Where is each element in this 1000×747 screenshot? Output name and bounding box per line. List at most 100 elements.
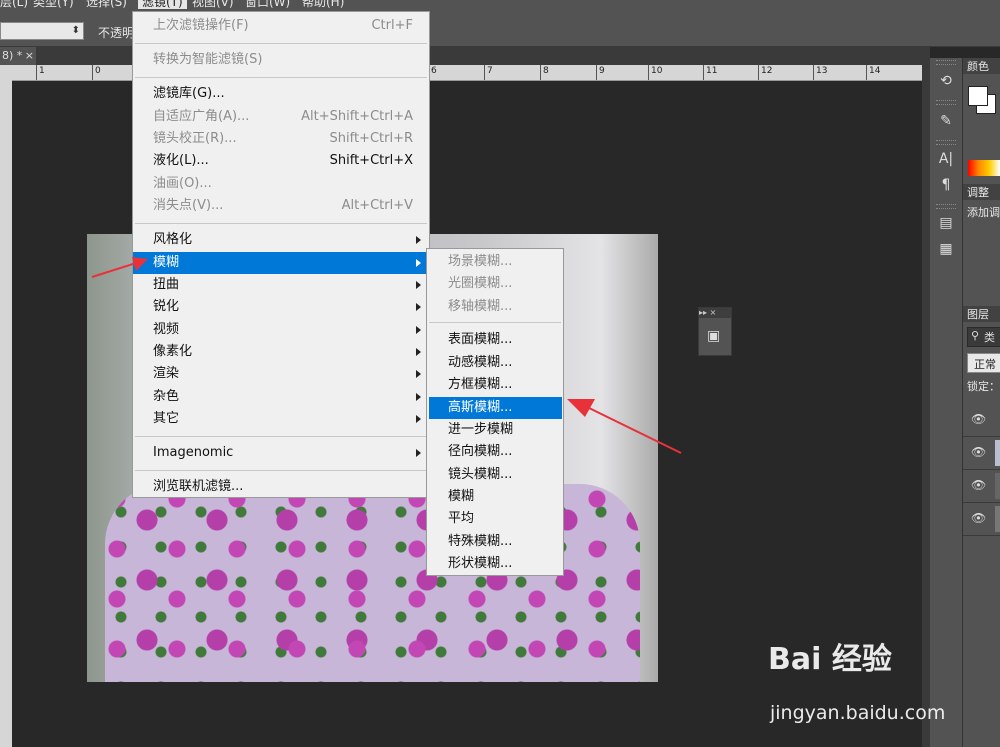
menu-item[interactable]: 滤镜(T): [138, 0, 187, 9]
layer-row[interactable]: 👁: [963, 470, 1000, 503]
foreground-color-swatch[interactable]: [968, 86, 988, 106]
tab-color[interactable]: 颜色: [967, 60, 989, 74]
blend-mode-select[interactable]: 正常: [967, 353, 1000, 373]
grip-handle[interactable]: [936, 204, 956, 209]
eye-icon[interactable]: 👁: [971, 478, 986, 492]
character-icon[interactable]: A|: [934, 148, 958, 170]
floating-mini-panel[interactable]: ▸▸ × ▣: [698, 307, 732, 356]
layer-filter-label: 类: [984, 331, 995, 344]
notes-icon[interactable]: ▦: [934, 238, 958, 260]
eye-icon[interactable]: 👁: [971, 412, 986, 426]
filter-menu-item[interactable]: 转换为智能滤镜(S): [133, 49, 429, 71]
ruler-tick-label: 0: [95, 66, 101, 76]
filter-menu-item[interactable]: Imagenomic: [133, 442, 429, 464]
filter-menu-item[interactable]: 自适应广角(A)... Alt+Shift+Ctrl+A: [133, 106, 429, 128]
menu-item-label: 液化(L)...: [153, 153, 209, 168]
mini-panel-header[interactable]: ▸▸ ×: [699, 308, 731, 318]
paragraph-icon[interactable]: ¶: [934, 174, 958, 196]
blur-submenu-item[interactable]: 高斯模糊...: [429, 397, 562, 419]
grip-handle[interactable]: [936, 140, 956, 145]
submenu-arrow-icon: [416, 236, 421, 244]
menu-item-label: 上次滤镜操作(F): [153, 18, 249, 33]
filter-menu-item[interactable]: 上次滤镜操作(F) Ctrl+F: [133, 15, 429, 37]
ruler-tick: [648, 65, 649, 80]
filter-menu-item[interactable]: 杂色: [133, 386, 429, 408]
blur-submenu-item[interactable]: 特殊模糊...: [427, 531, 563, 553]
filter-menu-item[interactable]: 模糊: [133, 252, 429, 274]
grip-handle[interactable]: [936, 100, 956, 105]
layer-row[interactable]: 👁: [963, 404, 1000, 437]
adjustments-hint: 添加调: [967, 206, 1000, 219]
properties-icon[interactable]: ▣: [707, 328, 720, 344]
filter-menu-item[interactable]: 镜头校正(R)... Shift+Ctrl+R: [133, 128, 429, 150]
brush-icon[interactable]: ✎: [934, 110, 958, 132]
eye-icon[interactable]: 👁: [971, 511, 986, 525]
menu-item-label: 像素化: [153, 344, 193, 359]
filter-menu-item[interactable]: 浏览联机滤镜...: [133, 476, 429, 498]
blur-submenu-item[interactable]: 模糊: [427, 486, 563, 508]
close-icon[interactable]: ×: [25, 47, 34, 65]
menu-separator: [135, 43, 427, 44]
submenu-arrow-icon: [416, 415, 421, 423]
filter-menu-item[interactable]: 渲染: [133, 363, 429, 385]
filter-menu-item[interactable]: 像素化: [133, 341, 429, 363]
filter-menu-item[interactable]: 其它: [133, 408, 429, 430]
blur-submenu-item[interactable]: 方框模糊...: [427, 374, 563, 396]
ruler-tick-label: 8: [543, 66, 549, 76]
dock-collapse-strip[interactable]: [922, 46, 930, 747]
library-icon[interactable]: ▤: [934, 212, 958, 234]
history-icon[interactable]: ⟲: [934, 70, 958, 92]
ruler-tick-label: 10: [651, 66, 663, 76]
blur-submenu-item[interactable]: 动感模糊...: [427, 352, 563, 374]
blur-submenu-item[interactable]: 场景模糊...: [427, 251, 563, 273]
menu-separator: [429, 322, 561, 323]
layer-row[interactable]: 👁: [963, 503, 1000, 536]
submenu-item-label: 径向模糊...: [448, 444, 513, 459]
menu-item-shortcut: Shift+Ctrl+R: [329, 131, 414, 146]
document-tab-label: 8) *: [2, 49, 23, 62]
submenu-arrow-icon: [416, 326, 421, 334]
menu-item[interactable]: 视图(V): [192, 0, 234, 9]
submenu-item-label: 高斯模糊...: [448, 400, 513, 415]
blur-submenu-item[interactable]: 径向模糊...: [427, 441, 563, 463]
ruler-tick: [866, 65, 867, 80]
blur-submenu-item[interactable]: 平均: [427, 508, 563, 530]
vertical-ruler[interactable]: [0, 80, 12, 747]
filter-menu-item[interactable]: 液化(L)... Shift+Ctrl+X: [133, 150, 429, 172]
tab-layers[interactable]: 图层: [967, 308, 989, 322]
menu-item-shortcut: Ctrl+F: [371, 18, 413, 33]
filter-menu-item[interactable]: 油画(O)...: [133, 173, 429, 195]
blur-submenu-item[interactable]: 进一步模糊: [427, 419, 563, 441]
filter-menu-item[interactable]: 风格化: [133, 229, 429, 251]
menu-item[interactable]: 层(L): [0, 0, 28, 9]
eye-icon[interactable]: 👁: [971, 445, 986, 459]
menu-item-label: 浏览联机滤镜...: [153, 479, 244, 494]
tool-preset-select[interactable]: ⬍: [0, 22, 84, 40]
filter-menu-item[interactable]: 视频: [133, 319, 429, 341]
blur-submenu-item[interactable]: 光圈模糊...: [427, 273, 563, 295]
submenu-item-label: 表面模糊...: [448, 332, 513, 347]
filter-menu-item[interactable]: 扭曲: [133, 274, 429, 296]
menu-item[interactable]: 类型(Y): [33, 0, 74, 9]
blur-submenu-item[interactable]: 镜头模糊...: [427, 464, 563, 486]
menu-item[interactable]: 窗口(W): [245, 0, 290, 9]
filter-menu-item[interactable]: 消失点(V)... Alt+Ctrl+V: [133, 195, 429, 217]
filter-menu-item[interactable]: 锐化: [133, 296, 429, 318]
layer-filter-input[interactable]: ⚲ 类: [967, 327, 1000, 347]
menu-item[interactable]: 选择(S): [86, 0, 127, 9]
submenu-arrow-icon: [416, 303, 421, 311]
menu-item[interactable]: 帮助(H): [302, 0, 344, 9]
blur-submenu-item[interactable]: 形状模糊...: [427, 553, 563, 575]
color-spectrum[interactable]: [968, 160, 1000, 176]
submenu-item-label: 镜头模糊...: [448, 467, 513, 482]
blur-submenu: 场景模糊... 光圈模糊... 移轴模糊... 表面模糊... 动感模糊... 方框模糊.…: [426, 248, 564, 576]
grip-handle[interactable]: [936, 60, 956, 65]
layer-row[interactable]: 👁: [963, 437, 1000, 470]
panel-icon-column: ⟲ ✎ A| ¶ ▤ ▦: [930, 58, 963, 747]
blur-submenu-item[interactable]: 表面模糊...: [427, 329, 563, 351]
document-tab[interactable]: 8) * ×: [0, 47, 36, 65]
menu-item-shortcut: Alt+Shift+Ctrl+A: [301, 109, 413, 124]
blur-submenu-item[interactable]: 移轴模糊...: [427, 296, 563, 318]
filter-menu-item[interactable]: 滤镜库(G)...: [133, 83, 429, 105]
tab-adjustments[interactable]: 调整: [967, 186, 989, 200]
